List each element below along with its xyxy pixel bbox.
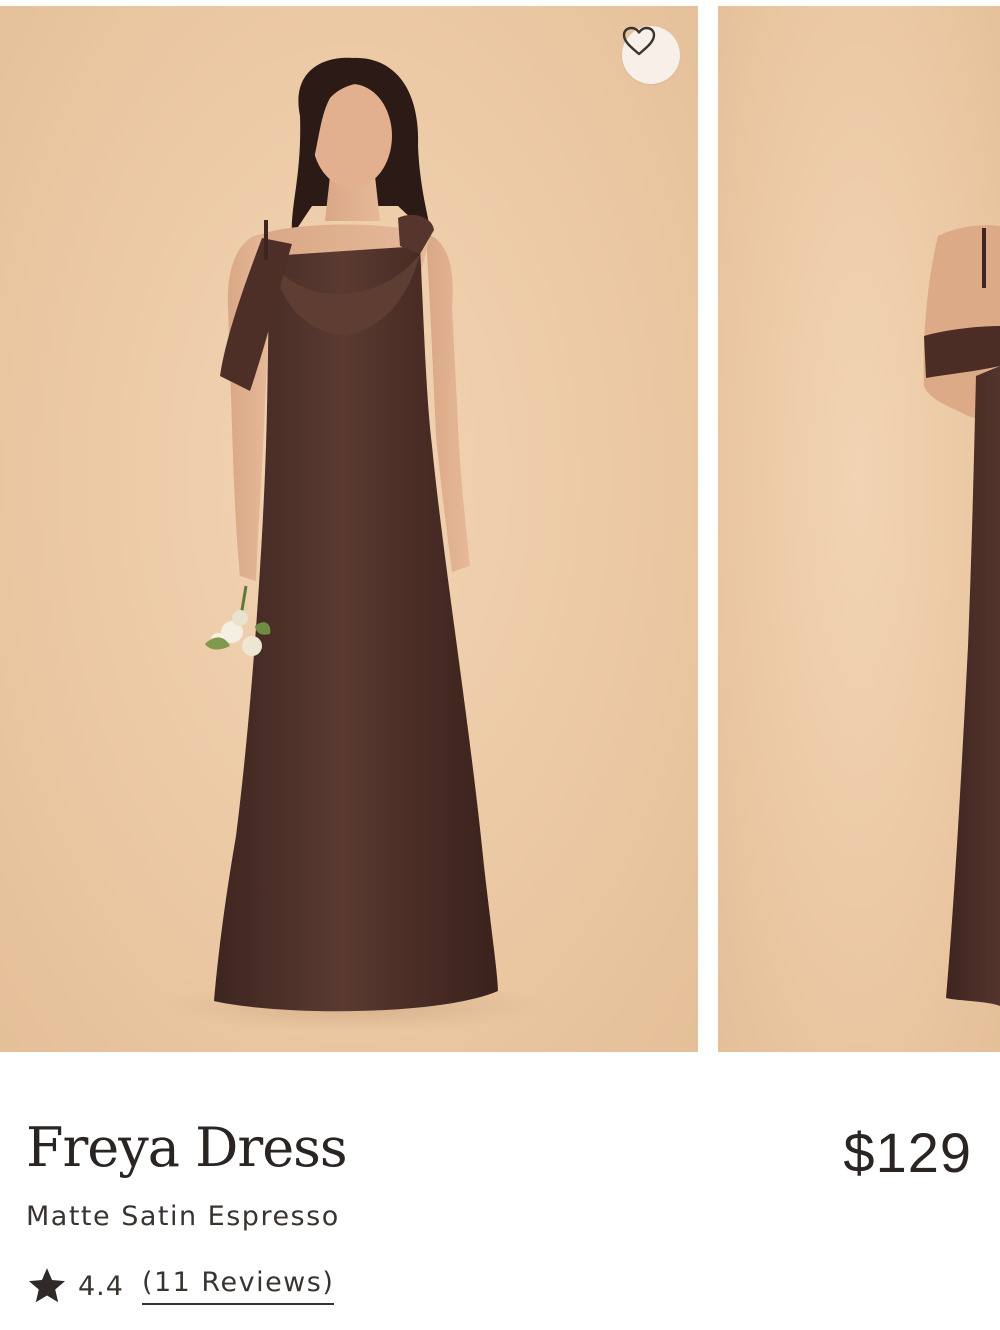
heart-outline-icon: [622, 26, 656, 56]
product-card: Freya Dress $129 Matte Satin Espresso 4.…: [0, 0, 1000, 1330]
star-filled-icon: [28, 1268, 66, 1303]
product-photo-main[interactable]: [0, 6, 698, 1052]
product-price: $129: [843, 1121, 972, 1184]
rating-summary: 4.4 (11 Reviews): [26, 1264, 335, 1308]
model-wearing-dress-illustration: [165, 57, 545, 1032]
favorite-button[interactable]: [622, 26, 680, 84]
image-carousel[interactable]: [0, 6, 1000, 1052]
product-color: Matte Satin Espresso: [26, 1201, 340, 1232]
reviews-link[interactable]: (11 Reviews): [141, 1267, 335, 1305]
product-photo-next[interactable]: [718, 6, 1000, 1052]
rating-value: 4.4: [78, 1270, 124, 1302]
model-back-view-illustration: [923, 225, 1000, 1006]
product-title[interactable]: Freya Dress: [26, 1116, 348, 1179]
